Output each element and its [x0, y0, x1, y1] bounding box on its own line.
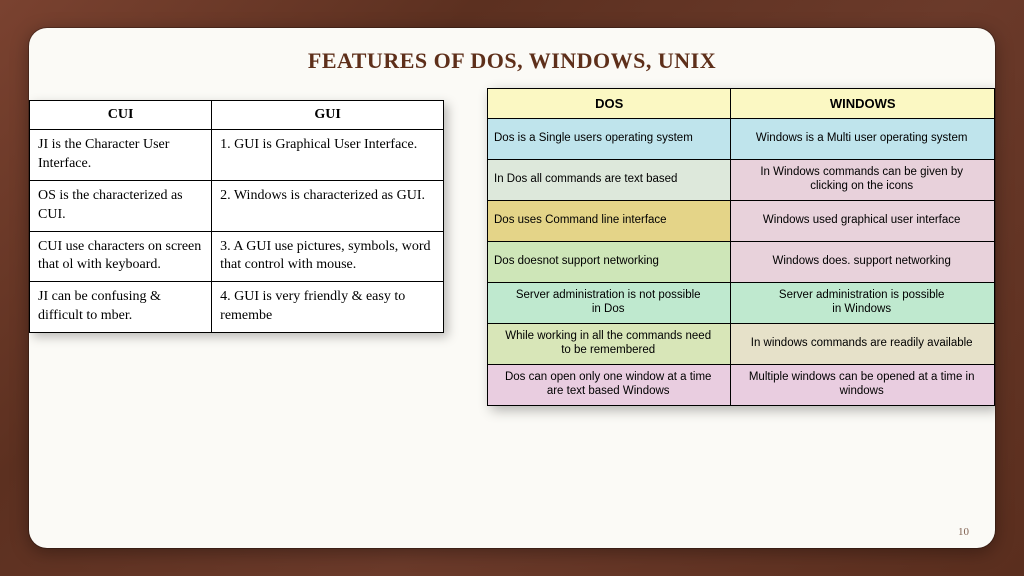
- table-row: OS is the characterized as CUI. 2. Windo…: [30, 180, 444, 231]
- gui-cell: 3. A GUI use pictures, symbols, word tha…: [212, 231, 444, 282]
- win-cell: Server administration is possiblein Wind…: [731, 283, 995, 324]
- win-cell: In Windows commands can be given byclick…: [731, 160, 995, 201]
- table-row: Server administration is not possiblein …: [488, 283, 995, 324]
- dos-win-table-container: DOS WINDOWS Dos is a Single users operat…: [487, 88, 995, 406]
- page-number: 10: [958, 526, 969, 538]
- slide: FEATURES OF DOS, WINDOWS, UNIX CUI GUI J…: [29, 28, 995, 548]
- table-header-row: CUI GUI: [30, 101, 444, 130]
- cui-cell: OS is the characterized as CUI.: [30, 180, 212, 231]
- cell-subtext: in Windows: [737, 301, 986, 315]
- cui-cell: JI can be confusing & difficult to mber.: [30, 282, 212, 333]
- table-row: Dos can open only one window at a timear…: [488, 365, 995, 406]
- cui-cell: JI is the Character User Interface.: [30, 130, 212, 181]
- cui-gui-table-container: CUI GUI JI is the Character User Interfa…: [29, 100, 444, 333]
- win-cell: Windows is a Multi user operating system: [731, 119, 995, 160]
- table-row: While working in all the commands needto…: [488, 324, 995, 365]
- cell-text: Windows does. support networking: [737, 255, 986, 267]
- dos-cell: Server administration is not possiblein …: [488, 283, 731, 324]
- cell-subtext: in Dos: [494, 301, 722, 315]
- win-cell: Windows used graphical user interface: [731, 201, 995, 242]
- cell-subtext: to be remembered: [494, 342, 722, 356]
- table-row: Dos doesnot support networking Windows d…: [488, 242, 995, 283]
- cell-text: While working in all the commands need: [494, 330, 722, 342]
- dos-cell: Dos can open only one window at a timear…: [488, 365, 731, 406]
- table-row: In Dos all commands are text based In Wi…: [488, 160, 995, 201]
- page-title: FEATURES OF DOS, WINDOWS, UNIX: [29, 28, 995, 82]
- cell-text: In Windows commands can be given by: [737, 166, 986, 178]
- cui-cell: CUI use characters on screen that ol wit…: [30, 231, 212, 282]
- gui-cell: 1. GUI is Graphical User Interface.: [212, 130, 444, 181]
- dos-windows-table: DOS WINDOWS Dos is a Single users operat…: [487, 88, 995, 406]
- cell-text: Server administration is possible: [737, 289, 986, 301]
- cell-subtext: clicking on the icons: [737, 178, 986, 192]
- cell-text: In Dos all commands are text based: [494, 173, 722, 185]
- cell-text: Dos can open only one window at a time: [494, 371, 722, 383]
- dos-cell: Dos doesnot support networking: [488, 242, 731, 283]
- table-row: CUI use characters on screen that ol wit…: [30, 231, 444, 282]
- col-header-cui: CUI: [30, 101, 212, 130]
- win-cell: Windows does. support networking: [731, 242, 995, 283]
- cell-text: Windows used graphical user interface: [737, 214, 986, 226]
- cell-subtext: windows: [737, 383, 986, 397]
- dos-cell: Dos is a Single users operating system: [488, 119, 731, 160]
- cell-text: In windows commands are readily availabl…: [737, 337, 986, 349]
- dos-cell: While working in all the commands needto…: [488, 324, 731, 365]
- col-header-windows: WINDOWS: [731, 89, 995, 119]
- col-header-gui: GUI: [212, 101, 444, 130]
- gui-cell: 4. GUI is very friendly & easy to rememb…: [212, 282, 444, 333]
- dos-cell: Dos uses Command line interface: [488, 201, 731, 242]
- cell-text: Dos is a Single users operating system: [494, 132, 722, 144]
- table-row: JI can be confusing & difficult to mber.…: [30, 282, 444, 333]
- cell-text: Windows is a Multi user operating system: [737, 132, 986, 144]
- table-header-row: DOS WINDOWS: [488, 89, 995, 119]
- col-header-dos: DOS: [488, 89, 731, 119]
- cell-text: Dos doesnot support networking: [494, 255, 722, 267]
- cell-subtext: are text based Windows: [494, 383, 722, 397]
- cell-text: Server administration is not possible: [494, 289, 722, 301]
- cell-text: Dos uses Command line interface: [494, 214, 722, 226]
- win-cell: Multiple windows can be opened at a time…: [731, 365, 995, 406]
- table-row: JI is the Character User Interface. 1. G…: [30, 130, 444, 181]
- win-cell: In windows commands are readily availabl…: [731, 324, 995, 365]
- cui-gui-table: CUI GUI JI is the Character User Interfa…: [29, 100, 444, 333]
- table-row: Dos uses Command line interface Windows …: [488, 201, 995, 242]
- gui-cell: 2. Windows is characterized as GUI.: [212, 180, 444, 231]
- dos-cell: In Dos all commands are text based: [488, 160, 731, 201]
- cell-text: Multiple windows can be opened at a time…: [737, 371, 986, 383]
- table-row: Dos is a Single users operating system W…: [488, 119, 995, 160]
